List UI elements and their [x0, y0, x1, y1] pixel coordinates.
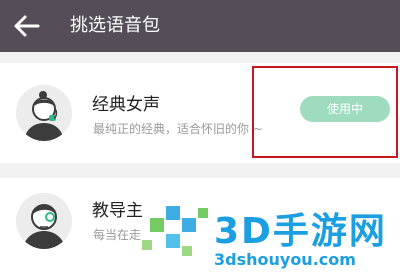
in-use-button[interactable]: 使用中 — [300, 96, 390, 122]
voice-pack-name: 教导主 — [92, 201, 143, 221]
watermark-brand: 3D手游网 — [214, 211, 387, 252]
arrow-left-icon — [14, 15, 40, 37]
woman-with-headset-avatar — [16, 85, 72, 141]
voice-pack-item[interactable]: 经典女声 最纯正的经典，适合怀旧的你 ~ 使用中 — [0, 63, 400, 163]
man-with-glasses-avatar — [16, 193, 72, 249]
back-button[interactable] — [10, 11, 44, 41]
voice-pack-description: 每当在走 — [93, 228, 142, 242]
watermark-url: 3dshouyou.com — [214, 250, 356, 269]
voice-pack-name: 经典女声 — [92, 95, 160, 115]
page-title: 挑选语音包 — [70, 15, 160, 36]
voice-pack-description: 最纯正的经典，适合怀旧的你 ~ — [93, 122, 263, 136]
top-bar: 挑选语音包 — [0, 0, 400, 52]
